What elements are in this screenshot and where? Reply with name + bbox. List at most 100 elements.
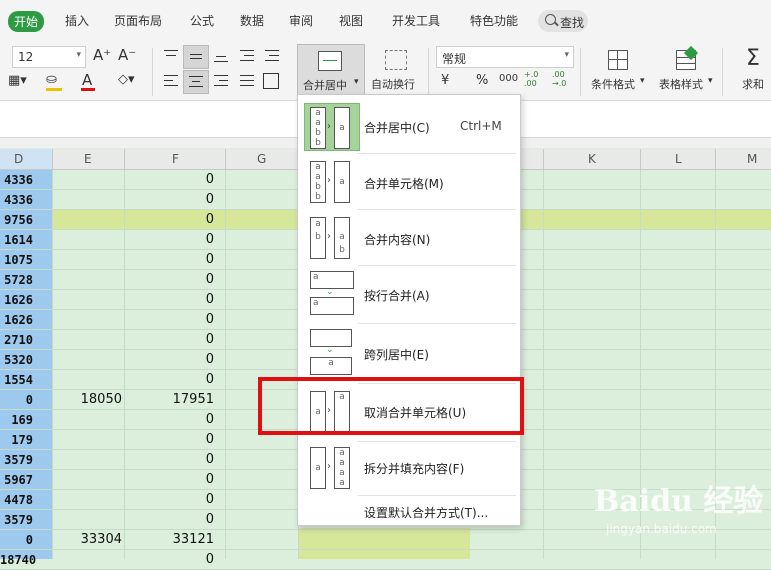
cell-d[interactable]: 5728 [0, 273, 33, 287]
cell-f[interactable]: 0 [124, 492, 214, 507]
align-top-icon[interactable] [164, 50, 178, 62]
conditional-format-button[interactable]: 条件格式 ▾ [586, 44, 648, 94]
column-header-f[interactable]: F [172, 152, 179, 166]
fill-color-icon[interactable]: ⛀ [46, 72, 57, 87]
tab-insert[interactable]: 插入 [65, 12, 89, 29]
cell-f[interactable]: 0 [124, 232, 214, 247]
menu-item-merge-cells[interactable]: aabb › a 合并单元格(M) [298, 157, 520, 207]
increase-indent-icon[interactable] [265, 50, 279, 62]
increase-decimal-icon[interactable]: +.0 .00 [524, 70, 544, 88]
merge-center-button[interactable]: 合并居中 ▾ [297, 44, 365, 96]
cell-e[interactable]: 18050 [52, 392, 122, 407]
search-button[interactable]: 查找 [538, 10, 588, 32]
cell-f[interactable]: 0 [124, 312, 214, 327]
cell-d[interactable]: 1626 [0, 313, 33, 327]
distributed-align-icon[interactable] [263, 73, 279, 89]
cell-d[interactable]: 5967 [0, 473, 33, 487]
menu-item-merge-center[interactable]: aabb › a 合并居中(C) Ctrl+M [298, 101, 520, 151]
number-format-select[interactable]: 常规 ▾ [436, 46, 574, 68]
menu-item-merge-by-row[interactable]: a ⌄ a 按行合并(A) [298, 269, 520, 319]
table-style-button[interactable]: 表格样式 ▾ [654, 44, 716, 94]
cell-d[interactable]: 9756 [0, 213, 33, 227]
cell-f[interactable]: 0 [124, 252, 214, 267]
cell-f[interactable]: 0 [124, 192, 214, 207]
cell-f[interactable]: 0 [124, 352, 214, 367]
cell-d[interactable]: 1554 [0, 373, 33, 387]
cell-d[interactable]: 4336 [0, 173, 33, 187]
cell-d[interactable]: 4478 [0, 493, 33, 507]
menu-item-split-fill[interactable]: a › aaaa 拆分并填充内容(F) [298, 445, 520, 491]
cell-d[interactable]: 3579 [0, 453, 33, 467]
column-header-g[interactable]: G [257, 152, 266, 166]
column-header-k[interactable]: K [588, 152, 596, 166]
thousands-icon[interactable]: 000 [499, 73, 518, 84]
cell-d[interactable]: 0 [0, 393, 33, 407]
tab-developer[interactable]: 开发工具 [392, 12, 440, 29]
cell-f[interactable]: 33121 [124, 532, 214, 547]
cell-d[interactable]: 3579 [0, 513, 33, 527]
cell-d[interactable]: 4336 [0, 193, 33, 207]
align-bottom-icon[interactable] [214, 50, 228, 62]
align-left-icon[interactable] [164, 75, 178, 87]
cell-f[interactable]: 0 [124, 432, 214, 447]
menu-item-center-across[interactable]: ⌄ a 跨列居中(E) [298, 327, 520, 381]
cell-f[interactable]: 0 [124, 292, 214, 307]
menu-item-merge-content[interactable]: ab › ab 合并内容(N) [298, 213, 520, 263]
cell-f[interactable]: 0 [124, 472, 214, 487]
tab-page-layout[interactable]: 页面布局 [114, 12, 162, 29]
wrap-text-button[interactable]: 自动换行 [368, 44, 422, 94]
cell-f[interactable]: 0 [124, 332, 214, 347]
cell-f[interactable]: 0 [124, 412, 214, 427]
tab-data[interactable]: 数据 [240, 12, 264, 29]
column-header-l[interactable]: L [675, 152, 682, 166]
tab-review[interactable]: 审阅 [289, 12, 313, 29]
menu-item-label: 按行合并(A) [364, 289, 430, 303]
chevron-down-icon: ▾ [564, 50, 569, 60]
border-icon[interactable]: ▦▾ [8, 73, 27, 88]
cell-d[interactable]: 2710 [0, 333, 33, 347]
cell-f[interactable]: 0 [124, 272, 214, 287]
align-middle-button[interactable] [183, 45, 209, 69]
cell-d[interactable]: 5320 [0, 353, 33, 367]
cell-d[interactable]: 179 [0, 433, 33, 447]
cell-f[interactable]: 0 [124, 212, 214, 227]
cell-d[interactable]: 1626 [0, 293, 33, 307]
menu-item-label: 合并内容(N) [364, 233, 431, 247]
justify-icon[interactable] [240, 75, 254, 87]
cell-d[interactable]: 1075 [0, 253, 33, 267]
tab-home[interactable]: 开始 [8, 11, 45, 32]
font-size-value: 12 [18, 50, 34, 64]
column-header-m[interactable]: M [747, 152, 757, 166]
cell-d[interactable]: 18740 [0, 553, 36, 567]
decrease-indent-icon[interactable] [240, 50, 254, 62]
cell-d[interactable]: 0 [0, 533, 33, 547]
menu-item-default-merge[interactable]: 设置默认合并方式(T)... [298, 499, 520, 523]
font-color-icon[interactable]: A [82, 71, 92, 89]
cell-f[interactable]: 17951 [124, 392, 214, 407]
shrink-font-icon[interactable]: A⁻ [118, 46, 136, 64]
font-size-select[interactable]: 12 ▾ [12, 46, 86, 68]
divider [580, 48, 581, 96]
cell-f[interactable]: 0 [124, 552, 214, 567]
percent-icon[interactable]: % [476, 73, 488, 88]
tab-view[interactable]: 视图 [339, 12, 363, 29]
eraser-icon[interactable]: ◇▾ [118, 72, 135, 87]
tab-special[interactable]: 特色功能 [470, 12, 518, 29]
cell-e[interactable]: 33304 [52, 532, 122, 547]
sum-button[interactable]: Σ 求和 [734, 44, 771, 94]
column-header-e[interactable]: E [84, 152, 92, 166]
currency-icon[interactable]: ¥ [441, 73, 449, 88]
cell-f[interactable]: 0 [124, 512, 214, 527]
cell-f[interactable]: 0 [124, 172, 214, 187]
cell-f[interactable]: 0 [124, 372, 214, 387]
align-center-button[interactable] [183, 70, 209, 94]
column-header-d[interactable]: D [14, 152, 23, 166]
selected-cell-range[interactable] [298, 528, 470, 559]
decrease-decimal-icon[interactable]: .00 →.0 [552, 70, 572, 88]
align-right-icon[interactable] [214, 75, 228, 87]
cell-f[interactable]: 0 [124, 452, 214, 467]
grow-font-icon[interactable]: A⁺ [93, 46, 111, 64]
tab-formulas[interactable]: 公式 [190, 12, 214, 29]
cell-d[interactable]: 1614 [0, 233, 33, 247]
cell-d[interactable]: 169 [0, 413, 33, 427]
